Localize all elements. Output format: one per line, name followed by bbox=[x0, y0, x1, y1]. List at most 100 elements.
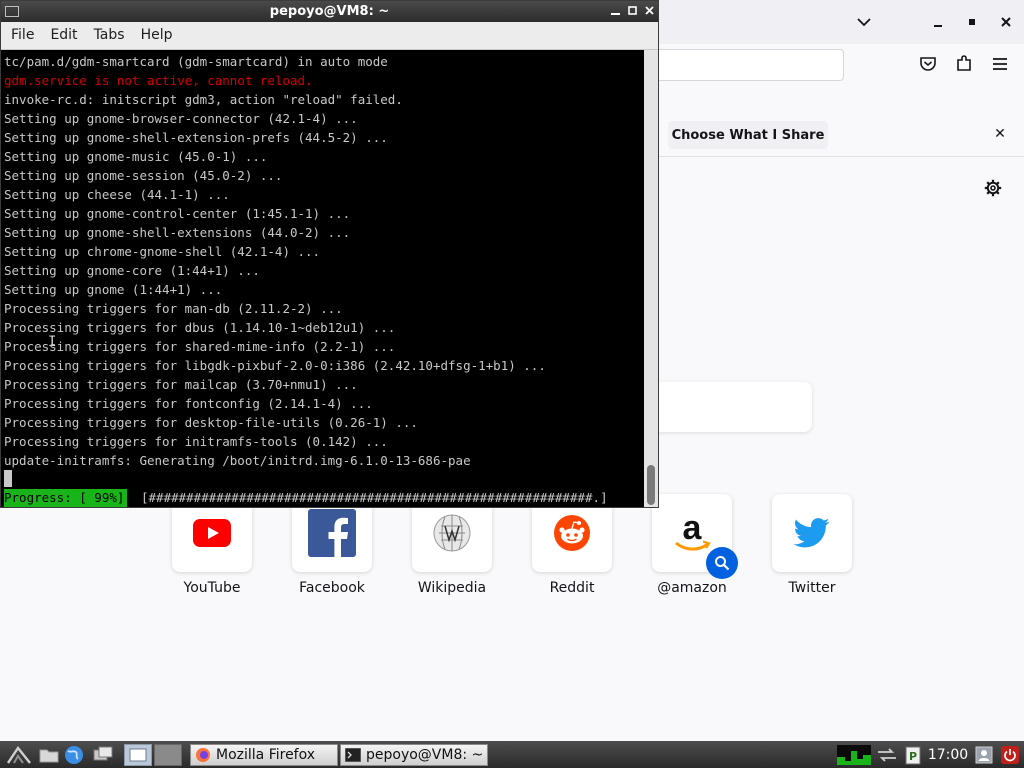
terminal-line: Setting up gnome-shell-extensions (44.0-… bbox=[4, 225, 351, 240]
progress-label: Progress: [ 99%] bbox=[4, 489, 128, 507]
url-bar[interactable] bbox=[640, 49, 844, 81]
taskbar: Mozilla Firefox pepoyo@VM8: ~ P 17:00 bbox=[0, 741, 1024, 768]
task-label: pepoyo@VM8: ~ bbox=[366, 747, 484, 763]
top-site-wikipedia[interactable]: Wikipedia bbox=[412, 494, 492, 604]
maximize-icon bbox=[628, 6, 637, 15]
top-site-amazon[interactable]: a @amazon bbox=[652, 494, 738, 604]
workspace-icon bbox=[129, 748, 147, 762]
terminal-menubar: File Edit Tabs Help bbox=[1, 22, 658, 50]
youtube-icon bbox=[193, 519, 231, 547]
minimize-icon bbox=[611, 13, 620, 15]
top-site-twitter[interactable]: Twitter bbox=[772, 494, 852, 604]
terminal-title: pepoyo@VM8: ~ bbox=[269, 4, 390, 19]
clipboard-icon: P bbox=[905, 746, 921, 765]
search-shortcut-badge bbox=[706, 547, 738, 579]
top-site-label: Facebook bbox=[299, 580, 365, 596]
close-icon bbox=[1001, 17, 1011, 27]
terminal-icon bbox=[344, 746, 362, 764]
terminal-scrollbar[interactable] bbox=[644, 50, 658, 507]
windows-stack-icon bbox=[93, 746, 113, 761]
minimize-icon bbox=[934, 25, 942, 27]
terminal-line: Processing triggers for libgdk-pixbuf-2.… bbox=[4, 358, 546, 373]
terminal-line: Processing triggers for shared-mime-info… bbox=[4, 339, 396, 354]
power-button[interactable] bbox=[999, 744, 1021, 766]
text-cursor-icon: I bbox=[48, 334, 57, 350]
maximize-icon bbox=[969, 19, 975, 25]
clipboard-indicator[interactable]: P bbox=[902, 744, 924, 766]
puzzle-icon bbox=[957, 55, 971, 71]
task-terminal[interactable]: pepoyo@VM8: ~ bbox=[340, 744, 488, 766]
terminal-scrollbar-thumb[interactable] bbox=[647, 465, 655, 505]
top-site-facebook[interactable]: Facebook bbox=[292, 494, 372, 604]
amazon-icon: a bbox=[675, 511, 711, 551]
terminal-line: invoke-rc.d: initscript gdm3, action "re… bbox=[4, 92, 403, 107]
top-site-label: Wikipedia bbox=[417, 580, 487, 596]
pocket-icon bbox=[920, 57, 936, 71]
terminal-maximize-button[interactable] bbox=[625, 4, 640, 19]
app-menu-button[interactable] bbox=[988, 52, 1012, 76]
top-site-label: Reddit bbox=[549, 580, 595, 596]
chevron-down-icon bbox=[857, 18, 871, 27]
user-icon bbox=[975, 746, 993, 764]
desktop-pager-2[interactable] bbox=[154, 744, 182, 766]
cpu-monitor[interactable] bbox=[836, 744, 872, 766]
reddit-icon bbox=[554, 515, 590, 551]
firefox-icon bbox=[194, 746, 212, 764]
choose-what-i-share-button[interactable]: Choose What I Share bbox=[668, 121, 828, 149]
terminal-close-button[interactable] bbox=[642, 4, 657, 19]
task-firefox[interactable]: Mozilla Firefox bbox=[190, 744, 338, 766]
terminal-line: Setting up gnome-core (1:44+1) ... bbox=[4, 263, 260, 278]
terminal-line: Processing triggers for man-db (2.11.2-2… bbox=[4, 301, 343, 316]
start-menu-button[interactable] bbox=[4, 744, 34, 766]
extensions-button[interactable] bbox=[952, 52, 976, 76]
network-arrows-icon bbox=[878, 748, 896, 762]
terminal-window: pepoyo@VM8: ~ File Edit Tabs Help tc/pam… bbox=[0, 0, 659, 508]
start-menu-icon bbox=[7, 745, 31, 764]
task-label: Mozilla Firefox bbox=[216, 747, 316, 763]
terminal-minimize-button[interactable] bbox=[608, 4, 623, 19]
user-switch-button[interactable] bbox=[973, 744, 995, 766]
terminal-line: Setting up gnome-shell-extension-prefs (… bbox=[4, 130, 388, 145]
newtab-settings-button[interactable] bbox=[982, 177, 1004, 199]
firefox-minimize-button[interactable] bbox=[927, 12, 949, 32]
show-desktop-launcher[interactable] bbox=[92, 744, 114, 766]
terminal-line: Setting up gnome (1:44+1) ... bbox=[4, 282, 223, 297]
list-all-tabs-button[interactable] bbox=[853, 12, 875, 32]
file-manager-launcher[interactable] bbox=[38, 744, 60, 766]
menu-edit[interactable]: Edit bbox=[42, 22, 85, 49]
top-site-tile[interactable] bbox=[772, 494, 852, 572]
gear-icon bbox=[984, 179, 1002, 197]
svg-text:a: a bbox=[683, 511, 703, 547]
network-indicator[interactable] bbox=[876, 744, 898, 766]
terminal-line: Processing triggers for desktop-file-uti… bbox=[4, 415, 418, 430]
top-site-youtube[interactable]: YouTube bbox=[172, 494, 252, 604]
terminal-line: Setting up gnome-music (45.0-1) ... bbox=[4, 149, 268, 164]
progress-bar-text: [#######################################… bbox=[141, 490, 608, 505]
twitter-icon bbox=[794, 518, 830, 548]
terminal-cursor bbox=[4, 470, 12, 487]
menu-file[interactable]: File bbox=[1, 22, 42, 49]
cpu-graph-icon bbox=[837, 745, 871, 765]
pocket-button[interactable] bbox=[916, 52, 940, 76]
terminal-titlebar[interactable]: pepoyo@VM8: ~ bbox=[1, 1, 658, 22]
top-site-reddit[interactable]: Reddit bbox=[532, 494, 612, 604]
terminal-line: update-initramfs: Generating /boot/initr… bbox=[4, 453, 471, 468]
svg-text:P: P bbox=[909, 750, 917, 763]
search-icon bbox=[715, 556, 730, 571]
menu-tabs[interactable]: Tabs bbox=[86, 22, 133, 49]
menu-help[interactable]: Help bbox=[133, 22, 181, 49]
hamburger-icon bbox=[993, 58, 1007, 70]
browser-launcher[interactable] bbox=[63, 744, 85, 766]
terminal-line: Setting up chrome-gnome-shell (42.1-4) .… bbox=[4, 244, 321, 259]
firefox-maximize-button[interactable] bbox=[961, 12, 983, 32]
desktop-pager-1[interactable] bbox=[124, 744, 152, 766]
notice-close-button[interactable]: ✕ bbox=[990, 124, 1010, 144]
top-site-label: Twitter bbox=[788, 580, 836, 596]
terminal-line: Setting up gnome-control-center (1:45.1-… bbox=[4, 206, 351, 221]
firefox-close-button[interactable] bbox=[995, 12, 1017, 32]
taskbar-clock[interactable]: 17:00 bbox=[926, 744, 970, 766]
terminal-output[interactable]: tc/pam.d/gdm-smartcard (gdm-smartcard) i… bbox=[1, 50, 644, 507]
wikipedia-icon bbox=[433, 514, 471, 552]
power-icon bbox=[1001, 746, 1019, 764]
globe-icon bbox=[65, 746, 83, 764]
